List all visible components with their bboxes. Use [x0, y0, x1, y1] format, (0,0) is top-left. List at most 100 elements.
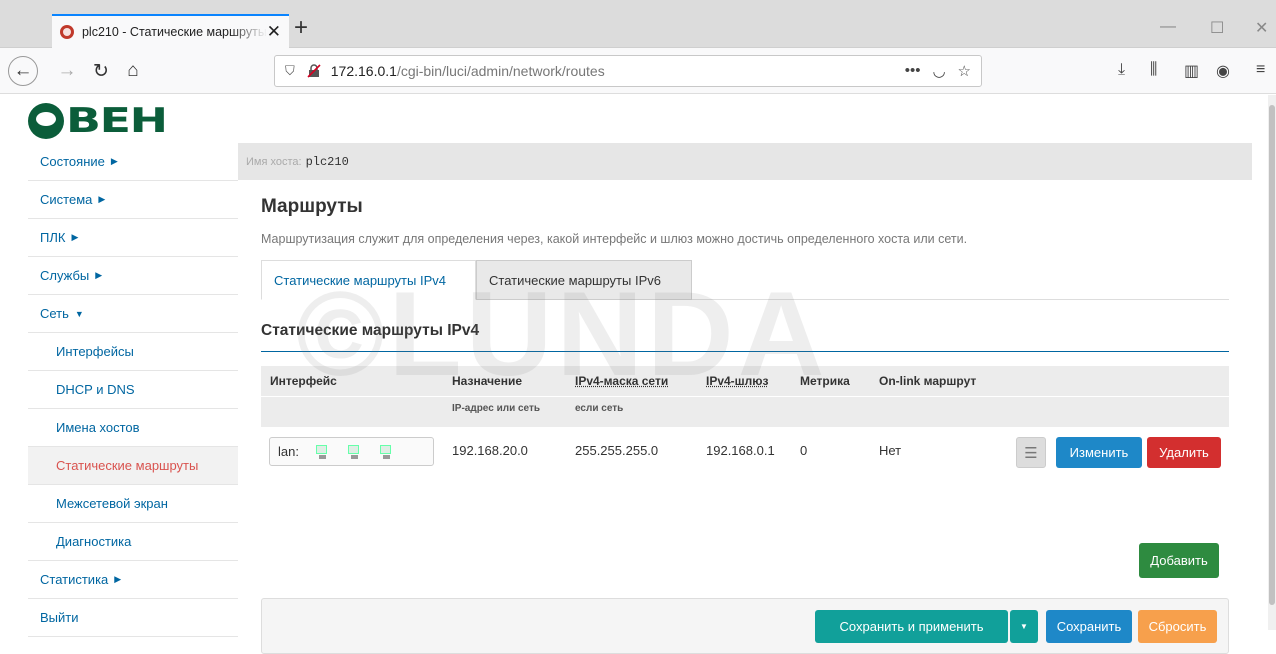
route-tabs: Статические маршруты IPv4 Статические ма… [261, 260, 1229, 300]
sidebar-nav: Состояние ▶ Система ▶ ПЛК ▶ Службы ▶ Сеть ▼ И… [28, 143, 238, 637]
cell-onlink: Нет [879, 443, 901, 458]
home-icon[interactable]: ⌂ [120, 58, 146, 84]
table-header: Интерфейс Назначение IPv4-маска сети IPv… [261, 366, 1229, 427]
back-button-icon[interactable]: ← [8, 56, 38, 86]
sidebar-item-system[interactable]: Система ▶ [28, 181, 238, 219]
reload-icon[interactable]: ↻ [88, 58, 114, 84]
oven-logo[interactable]: ВЕН [28, 101, 141, 141]
sidebar-toggle-icon[interactable]: ▥ [1184, 61, 1199, 81]
sidebar-item-statistics[interactable]: Статистика ▶ [28, 561, 238, 599]
edit-button[interactable]: Изменить [1056, 437, 1142, 468]
col-target: Назначение [452, 374, 522, 388]
page-title: Маршруты [261, 196, 363, 218]
save-button[interactable]: Сохранить [1046, 610, 1132, 643]
cell-netmask: 255.255.255.0 [575, 443, 658, 458]
save-apply-button[interactable]: Сохранить и применить [815, 610, 1008, 643]
interface-name: lan: [278, 444, 299, 459]
sidebar-item-status[interactable]: Состояние ▶ [28, 143, 238, 181]
tab-close-icon[interactable]: ✕ [267, 22, 281, 42]
tab-static-routes-ipv6[interactable]: Статические маршруты IPv6 [476, 260, 692, 300]
col-gateway: IPv4-шлюз [706, 374, 769, 388]
table-row: lan: 192.168.20.0 255.255.255.0 192.168.… [261, 427, 1229, 475]
col-interface: Интерфейс [270, 374, 337, 388]
logo-circle-icon [28, 103, 64, 139]
account-icon[interactable]: ◉ [1216, 61, 1230, 81]
sidebar-item-interfaces[interactable]: Интерфейсы [28, 333, 238, 371]
interface-badge: lan: [269, 437, 434, 466]
caret-right-icon: ▶ [95, 270, 102, 281]
sidebar-item-hostnames[interactable]: Имена хостов [28, 409, 238, 447]
page-scrollbar[interactable] [1268, 95, 1276, 630]
delete-button[interactable]: Удалить [1147, 437, 1221, 468]
hostname-value: plc210 [306, 155, 349, 169]
caret-right-icon: ▶ [114, 574, 121, 585]
caret-right-icon: ▶ [111, 156, 118, 167]
sidebar-item-network[interactable]: Сеть ▼ [28, 295, 238, 333]
brand-header: ВЕН [0, 95, 1276, 143]
pocket-icon[interactable]: ◡ [932, 62, 945, 80]
tracking-shield-icon[interactable]: ⛉ [285, 63, 295, 79]
add-button[interactable]: Добавить [1139, 543, 1219, 578]
download-icon[interactable]: ⤓ [1118, 61, 1125, 79]
browser-navbar: ← → ↻ ⌂ ⛉ 172.16.0.1/cgi-bin/luci/admin/… [0, 48, 1276, 94]
col-metric: Метрика [800, 374, 850, 388]
url-path: /cgi-bin/luci/admin/network/routes [397, 63, 605, 79]
sidebar-item-label: DHCP и DNS [56, 382, 135, 397]
target-hint: IP-адрес или сеть [452, 403, 540, 414]
sidebar-item-diagnostics[interactable]: Диагностика [28, 523, 238, 561]
sidebar-item-label: Статистика [40, 572, 108, 587]
sidebar-item-label: Статические маршруты [56, 458, 198, 473]
library-icon[interactable]: ⫼ [1150, 61, 1157, 79]
tab-static-routes-ipv4[interactable]: Статические маршруты IPv4 [261, 260, 476, 300]
maximize-icon[interactable]: ☐ [1210, 18, 1224, 38]
caret-down-icon: ▼ [75, 309, 84, 319]
sidebar-item-label: Интерфейсы [56, 344, 134, 359]
bookmark-star-icon[interactable]: ☆ [958, 62, 971, 80]
sidebar-item-label: Межсетевой экран [56, 496, 168, 511]
sidebar-item-static-routes[interactable]: Статические маршруты [28, 447, 238, 485]
sidebar-item-label: Выйти [40, 610, 79, 625]
scrollbar-thumb[interactable] [1269, 105, 1275, 605]
insecure-lock-icon[interactable] [307, 64, 321, 78]
col-netmask: IPv4-маска сети [575, 374, 668, 388]
url-host: 172.16.0.1 [331, 63, 397, 79]
sidebar-item-label: Диагностика [56, 534, 131, 549]
menu-hamburger-icon[interactable]: ≡ [1256, 61, 1265, 79]
cell-target: 192.168.20.0 [452, 443, 528, 458]
drag-handle-button[interactable]: ☰ [1016, 437, 1046, 468]
caret-right-icon: ▶ [98, 194, 105, 205]
sidebar-item-label: Сеть [40, 306, 69, 321]
header-divider [261, 396, 1229, 397]
page-description: Маршрутизация служит для определения чер… [261, 232, 967, 246]
forward-button-icon[interactable]: → [54, 58, 80, 84]
save-apply-dropdown-icon[interactable]: ▼ [1010, 610, 1038, 643]
main-content: Имя хоста: plc210 Маршруты Маршрутизация… [238, 143, 1252, 630]
sidebar-item-logout[interactable]: Выйти [28, 599, 238, 637]
sidebar-item-label: ПЛК [40, 230, 65, 245]
page-actions-icon[interactable]: ••• [905, 62, 921, 80]
caret-right-icon: ▶ [71, 232, 78, 243]
browser-tabbar: plc210 - Статические маршруты ✕ + — ☐ ✕ [0, 0, 1276, 48]
sidebar-item-firewall[interactable]: Межсетевой экран [28, 485, 238, 523]
cell-metric: 0 [800, 443, 807, 458]
cell-gateway: 192.168.0.1 [706, 443, 775, 458]
browser-tab[interactable]: plc210 - Статические маршруты ✕ [52, 14, 289, 48]
address-bar[interactable]: ⛉ 172.16.0.1/cgi-bin/luci/admin/network/… [274, 55, 982, 87]
close-window-icon[interactable]: ✕ [1255, 18, 1268, 38]
new-tab-button[interactable]: + [294, 16, 308, 40]
network-port-icon [347, 444, 363, 460]
sidebar-item-label: Службы [40, 268, 89, 283]
sidebar-item-plc[interactable]: ПЛК ▶ [28, 219, 238, 257]
network-port-icon [379, 444, 395, 460]
sidebar-item-dhcp-dns[interactable]: DHCP и DNS [28, 371, 238, 409]
reset-button[interactable]: Сбросить [1138, 610, 1217, 643]
sidebar-item-services[interactable]: Службы ▶ [28, 257, 238, 295]
site-favicon-icon [60, 25, 74, 39]
logo-text: ВЕН [66, 101, 167, 141]
hostname-bar: Имя хоста: plc210 [238, 143, 1252, 180]
action-panel: Сохранить и применить ▼ Сохранить Сброси… [261, 598, 1229, 654]
web-page: ВЕН Состояние ▶ Система ▶ ПЛК ▶ Службы ▶ Сет… [0, 95, 1276, 630]
sidebar-item-label: Имена хостов [56, 420, 140, 435]
minimize-icon[interactable]: — [1160, 18, 1176, 36]
section-title: Статические маршруты IPv4 [261, 322, 1229, 352]
